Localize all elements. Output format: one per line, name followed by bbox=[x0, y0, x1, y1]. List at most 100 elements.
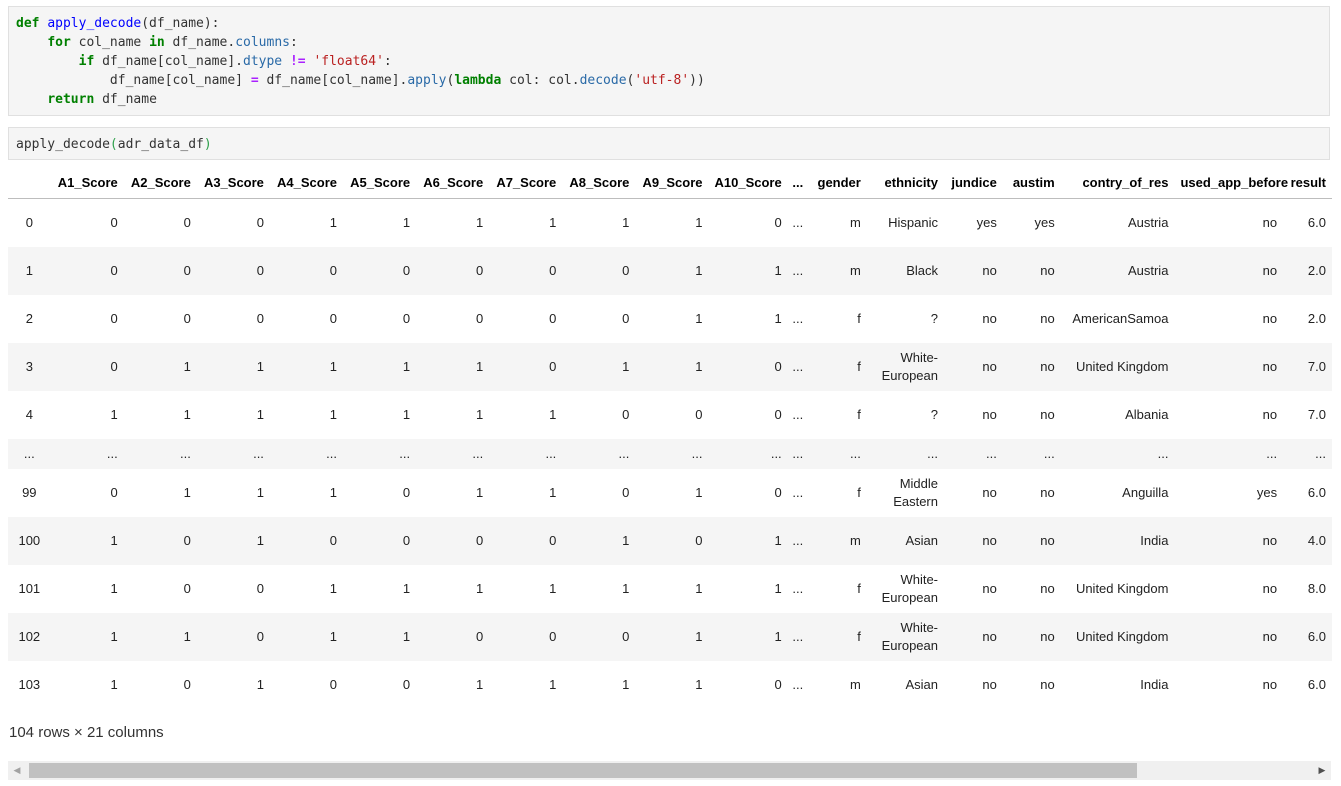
column-header: austim bbox=[1002, 166, 1061, 199]
table-cell: 0 bbox=[774, 485, 782, 500]
table-cell: no bbox=[1262, 533, 1278, 548]
code-token: ( bbox=[109, 137, 118, 152]
code-token: adr_data_df bbox=[117, 137, 204, 152]
table-cell: White-European bbox=[881, 572, 938, 605]
code-line: for col_name in df_name.columns: bbox=[16, 33, 1322, 52]
table-cell: ... bbox=[792, 215, 804, 230]
column-header: A1_Score bbox=[50, 166, 124, 199]
table-cell: 1 bbox=[695, 263, 703, 278]
table-cell: no bbox=[1040, 581, 1055, 596]
code-token: )) bbox=[689, 73, 705, 88]
table-row: 2 0 0 0 0 0 0 0 0 1 1... f? no no AmericanSamoa no 2.0 bbox=[8, 295, 1332, 343]
table-cell: 0 bbox=[402, 533, 411, 548]
dataframe-output: A1_Score A2_Score A3_Score A4_Score A5_Score… bbox=[8, 166, 1332, 709]
table-cell: 1 bbox=[402, 359, 411, 374]
table-row: 0 0 0 0 1 1 1 1 1 1 0... m Hispanic yes yes Austria no 6.… bbox=[8, 199, 1332, 248]
table-cell: 0 bbox=[475, 533, 484, 548]
table-cell: no bbox=[1262, 359, 1278, 374]
table-cell: 1 bbox=[402, 215, 411, 230]
table-cell: 0 bbox=[329, 263, 338, 278]
code-token: if bbox=[78, 54, 95, 69]
code-token: df_name[col_name]. bbox=[258, 73, 408, 88]
table-cell: 1 bbox=[402, 407, 411, 422]
table-row: 99 0 1 1 1 0 1 1 0 1 0... f Middle Eastern no no Anguil… bbox=[8, 469, 1332, 517]
table-cell: no bbox=[1040, 485, 1055, 500]
table-cell: no bbox=[1262, 629, 1278, 644]
row-index: 3 bbox=[25, 359, 33, 374]
code-token: df_name. bbox=[164, 35, 236, 50]
table-cell: ... bbox=[179, 446, 191, 461]
code-token: df_name bbox=[94, 92, 157, 107]
table-cell: Middle Eastern bbox=[893, 476, 938, 509]
code-token: = bbox=[250, 73, 259, 88]
table-cell: 1 bbox=[622, 215, 630, 230]
code-cell-call[interactable]: apply_decode(adr_data_df) bbox=[8, 127, 1330, 160]
table-cell: ... bbox=[253, 446, 264, 461]
table-cell: 7.0 bbox=[1307, 407, 1326, 422]
table-cell: 0 bbox=[256, 263, 264, 278]
table-cell: White-European bbox=[881, 620, 938, 653]
row-index: 1 bbox=[25, 263, 33, 278]
code-line: df_name[col_name] = df_name[col_name].ap… bbox=[16, 71, 1322, 90]
row-index: 102 bbox=[18, 629, 41, 644]
table-row: 102 1 1 0 1 1 0 0 0 1 1... f White-European no no Unite… bbox=[8, 613, 1332, 661]
table-cell: 2.0 bbox=[1307, 263, 1326, 278]
row-index: 101 bbox=[18, 581, 41, 596]
table-cell: 1 bbox=[774, 533, 782, 548]
table-cell: ... bbox=[927, 446, 938, 461]
table-cell: 6.0 bbox=[1307, 629, 1326, 644]
table-cell: 1 bbox=[549, 677, 557, 692]
table-cell: yes bbox=[1034, 215, 1055, 230]
table-cell: 1 bbox=[622, 677, 630, 692]
table-cell: 0 bbox=[110, 359, 118, 374]
table-cell: 0 bbox=[549, 359, 557, 374]
table-cell: no bbox=[982, 629, 997, 644]
table-cell: Anguilla bbox=[1122, 485, 1169, 500]
code-cell-definition[interactable]: def apply_decode(df_name): for col_name … bbox=[8, 6, 1330, 116]
table-cell: Black bbox=[906, 263, 938, 278]
table-cell: ... bbox=[618, 446, 630, 461]
table-cell: Albania bbox=[1125, 407, 1169, 422]
row-index: 99 bbox=[22, 485, 37, 500]
column-header: used_app_before bbox=[1174, 166, 1288, 199]
code-token: return bbox=[47, 92, 95, 107]
table-cell: 1 bbox=[475, 485, 484, 500]
column-header: A4_Score bbox=[269, 166, 344, 199]
dataframe-table: A1_Score A2_Score A3_Score A4_Score A5_Score… bbox=[8, 166, 1332, 709]
table-cell: 1 bbox=[402, 581, 411, 596]
table-cell: 1 bbox=[695, 485, 703, 500]
code-token: lambda bbox=[454, 73, 502, 88]
table-cell: India bbox=[1140, 677, 1169, 692]
table-cell: 1 bbox=[183, 629, 191, 644]
table-header-row: A1_Score A2_Score A3_Score A4_Score A5_Score… bbox=[8, 166, 1332, 199]
table-cell: 0 bbox=[256, 581, 264, 596]
table-cell: ... bbox=[986, 446, 997, 461]
table-cell: ... bbox=[850, 446, 861, 461]
scroll-left-arrow-icon[interactable]: ◀ bbox=[8, 761, 26, 780]
table-cell: 1 bbox=[183, 359, 191, 374]
table-row: 3 0 1 1 1 1 1 0 1 1 0... f White-European no no United … bbox=[8, 343, 1332, 391]
table-cell: 0 bbox=[475, 263, 484, 278]
column-header: A7_Score bbox=[489, 166, 563, 199]
table-cell: 1 bbox=[622, 581, 630, 596]
table-cell: 1 bbox=[774, 311, 782, 326]
code-token: df_name[col_name]. bbox=[94, 54, 243, 69]
table-cell: no bbox=[1040, 629, 1055, 644]
table-cell: no bbox=[1040, 677, 1055, 692]
table-cell: ... bbox=[792, 446, 804, 461]
table-cell: 0 bbox=[256, 311, 264, 326]
table-cell: 0 bbox=[549, 533, 557, 548]
table-cell: 6.0 bbox=[1307, 677, 1326, 692]
horizontal-scrollbar[interactable]: ◀ ▶ bbox=[8, 761, 1331, 780]
table-cell: 4.0 bbox=[1307, 533, 1326, 548]
scroll-right-arrow-icon[interactable]: ▶ bbox=[1313, 761, 1331, 780]
code-token: df_name[col_name] bbox=[16, 73, 251, 88]
scrollbar-thumb[interactable] bbox=[29, 763, 1137, 778]
table-cell: 1 bbox=[110, 533, 118, 548]
table-cell: 0 bbox=[774, 407, 782, 422]
table-row: 100 1 0 1 0 0 0 0 1 0 1... m Asian no no India no 4.0 bbox=[8, 517, 1332, 565]
code-token: apply_decode bbox=[47, 16, 142, 31]
table-cell: Hispanic bbox=[888, 215, 938, 230]
table-cell: ... bbox=[1266, 446, 1278, 461]
